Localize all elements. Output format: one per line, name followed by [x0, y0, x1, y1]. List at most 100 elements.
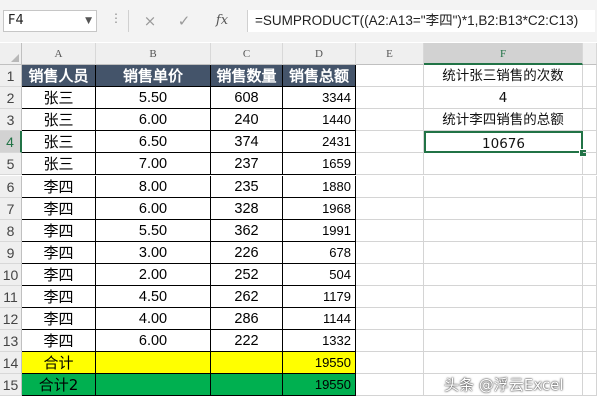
grid-cell[interactable] — [583, 374, 597, 397]
table-cell-total[interactable]: 504 — [283, 263, 356, 286]
table-cell-total[interactable]: 1968 — [283, 197, 356, 220]
table-cell-unit-price[interactable]: 5.50 — [96, 219, 211, 242]
grid-cell[interactable] — [583, 153, 597, 176]
insert-function-icon[interactable]: fx — [210, 10, 234, 32]
table-cell-salesperson[interactable]: 李四 — [22, 197, 96, 220]
table-cell-quantity[interactable]: 262 — [211, 286, 283, 309]
table-cell-salesperson[interactable]: 张三 — [22, 109, 96, 132]
table-cell-quantity[interactable]: 608 — [211, 87, 283, 110]
table-cell-total[interactable]: 678 — [283, 241, 356, 264]
enter-icon[interactable]: ✓ — [172, 10, 196, 32]
table-cell-salesperson[interactable]: 李四 — [22, 175, 96, 198]
column-header-a[interactable]: A — [22, 43, 96, 65]
grid-cell[interactable] — [356, 153, 424, 176]
table-cell-total[interactable]: 1440 — [283, 109, 356, 132]
grid-cell[interactable] — [356, 65, 424, 88]
table-cell-salesperson[interactable]: 张三 — [22, 153, 96, 176]
row-header-12[interactable]: 12 — [0, 308, 22, 331]
grid-cell[interactable] — [583, 308, 597, 331]
grid-cell[interactable] — [583, 241, 597, 264]
grid-cell[interactable] — [356, 219, 424, 242]
grid-cell[interactable] — [424, 219, 583, 242]
row-header-10[interactable]: 10 — [0, 263, 22, 286]
row-header-4[interactable]: 4 — [0, 131, 22, 154]
table-cell-unit-price[interactable]: 4.50 — [96, 286, 211, 309]
table-cell-salesperson[interactable]: 李四 — [22, 219, 96, 242]
table-cell-quantity[interactable]: 222 — [211, 330, 283, 353]
grid-cell[interactable] — [424, 308, 583, 331]
stat-label-zhangsan-count[interactable]: 统计张三销售的次数 — [424, 65, 583, 88]
row-header-5[interactable]: 5 — [0, 153, 22, 176]
grid-cell[interactable] — [356, 131, 424, 154]
column-header-c[interactable]: C — [211, 43, 283, 65]
column-header-d[interactable]: D — [283, 43, 356, 65]
grid-cell[interactable] — [424, 153, 583, 176]
column-header-g[interactable] — [583, 43, 597, 65]
table-cell-unit-price[interactable]: 4.00 — [96, 308, 211, 331]
total-value-cell[interactable]: 19550 — [283, 352, 356, 375]
table-cell-salesperson[interactable]: 张三 — [22, 87, 96, 110]
total2-empty-cell[interactable] — [211, 374, 283, 397]
row-header-6[interactable]: 6 — [0, 175, 22, 198]
active-cell-f4[interactable]: 10676 — [424, 131, 583, 154]
table-header-cell[interactable]: 销售数量 — [211, 65, 283, 88]
grid-cell[interactable] — [583, 286, 597, 309]
grid-cell[interactable] — [424, 286, 583, 309]
row-header-2[interactable]: 2 — [0, 87, 22, 110]
row-header-11[interactable]: 11 — [0, 286, 22, 309]
grid-cell[interactable] — [356, 241, 424, 264]
grid-cell[interactable] — [356, 175, 424, 198]
table-cell-quantity[interactable]: 362 — [211, 219, 283, 242]
table-cell-quantity[interactable]: 252 — [211, 263, 283, 286]
grid-cell[interactable] — [424, 352, 583, 375]
table-cell-quantity[interactable]: 226 — [211, 241, 283, 264]
table-cell-unit-price[interactable]: 8.00 — [96, 175, 211, 198]
table-cell-total[interactable]: 1144 — [283, 308, 356, 331]
stat-label-lisi-total[interactable]: 统计李四销售的总额 — [424, 109, 583, 132]
table-cell-quantity[interactable]: 235 — [211, 175, 283, 198]
table-cell-salesperson[interactable]: 李四 — [22, 263, 96, 286]
grid-cell[interactable] — [356, 109, 424, 132]
name-box[interactable]: F4 ▼ — [3, 10, 97, 32]
grid-cell[interactable] — [424, 241, 583, 264]
table-cell-total[interactable]: 1332 — [283, 330, 356, 353]
table-header-cell[interactable]: 销售单价 — [96, 65, 211, 88]
row-header-7[interactable]: 7 — [0, 197, 22, 220]
table-cell-unit-price[interactable]: 6.50 — [96, 131, 211, 154]
grid-cell[interactable] — [583, 87, 597, 110]
formula-input[interactable]: =SUMPRODUCT((A2:A13="李四")*1,B2:B13*C2:C1… — [247, 10, 595, 32]
grid-cell[interactable] — [356, 197, 424, 220]
table-cell-quantity[interactable]: 328 — [211, 197, 283, 220]
grid-cell[interactable] — [356, 263, 424, 286]
grid-cell[interactable] — [424, 263, 583, 286]
table-cell-total[interactable]: 1991 — [283, 219, 356, 242]
grid-cell[interactable] — [583, 65, 597, 88]
row-header-9[interactable]: 9 — [0, 241, 22, 264]
row-header-1[interactable]: 1 — [0, 65, 22, 88]
table-cell-quantity[interactable]: 240 — [211, 109, 283, 132]
total-empty-cell[interactable] — [211, 352, 283, 375]
grid-cell[interactable] — [356, 330, 424, 353]
table-cell-quantity[interactable]: 374 — [211, 131, 283, 154]
chevron-down-icon[interactable]: ▼ — [85, 11, 92, 31]
column-header-b[interactable]: B — [96, 43, 211, 65]
table-cell-unit-price[interactable]: 5.50 — [96, 87, 211, 110]
grid-cell[interactable] — [356, 352, 424, 375]
table-cell-total[interactable]: 1179 — [283, 286, 356, 309]
total-label-cell[interactable]: 合计 — [22, 352, 96, 375]
grid-cell[interactable] — [583, 352, 597, 375]
grid-cell[interactable] — [583, 219, 597, 242]
grid-cell[interactable] — [583, 175, 597, 198]
grid-cell[interactable] — [356, 87, 424, 110]
table-cell-unit-price[interactable]: 6.00 — [96, 330, 211, 353]
grid-cell[interactable] — [583, 131, 597, 154]
table-cell-salesperson[interactable]: 李四 — [22, 241, 96, 264]
column-header-e[interactable]: E — [356, 43, 424, 65]
table-cell-quantity[interactable]: 286 — [211, 308, 283, 331]
table-cell-total[interactable]: 2431 — [283, 131, 356, 154]
grid-cell[interactable] — [583, 330, 597, 353]
stat-value-zhangsan-count[interactable]: 4 — [424, 87, 583, 110]
table-cell-unit-price[interactable]: 2.00 — [96, 263, 211, 286]
table-cell-quantity[interactable]: 237 — [211, 153, 283, 176]
total-empty-cell[interactable] — [96, 352, 211, 375]
